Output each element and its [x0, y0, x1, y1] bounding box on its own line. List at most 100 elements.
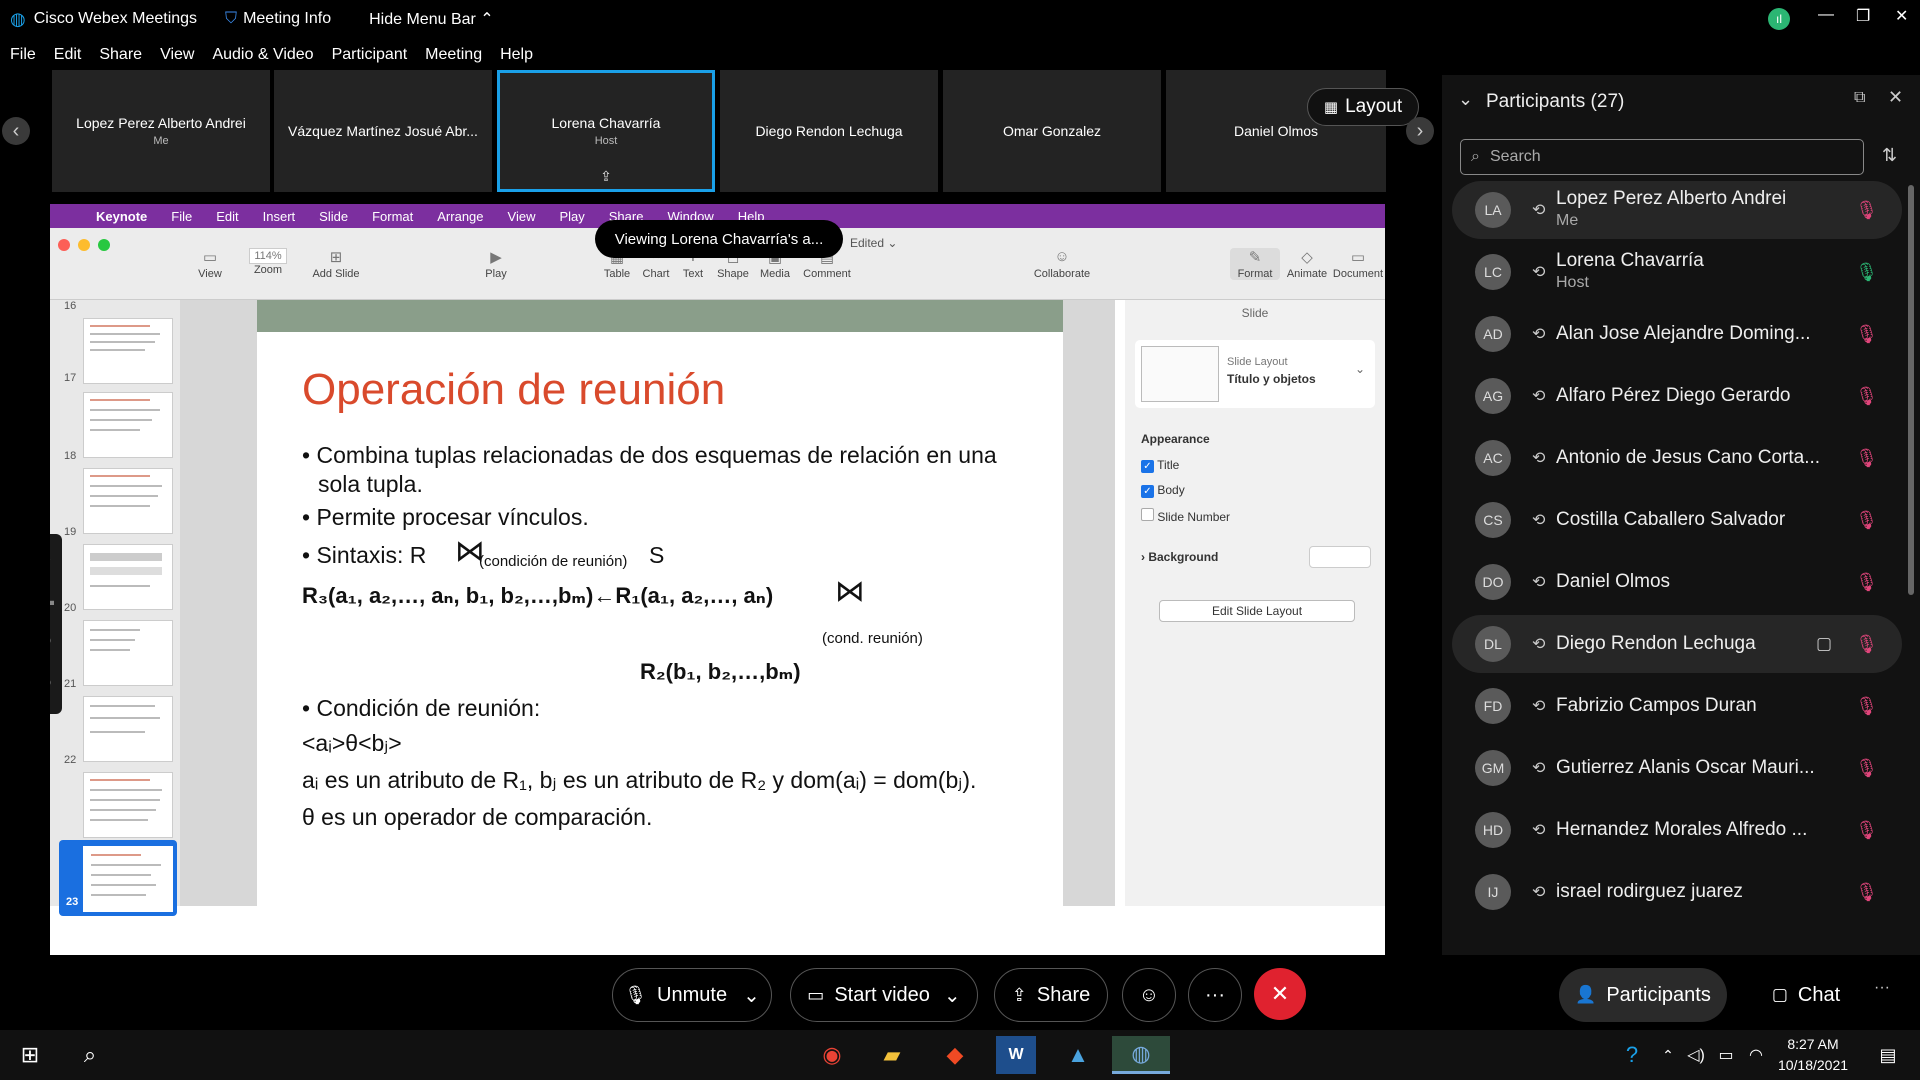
- muted-mic-icon[interactable]: 🎙: [1855, 510, 1878, 531]
- video-tile[interactable]: Lopez Perez Alberto Andrei Me: [52, 70, 270, 192]
- video-tile[interactable]: Omar Gonzalez: [943, 70, 1161, 192]
- avatar: LA: [1475, 192, 1511, 228]
- search-icon[interactable]: ⌕: [70, 1036, 110, 1074]
- shared-screen: Keynote File Edit Insert Slide Format Ar…: [50, 204, 1385, 955]
- muted-mic-icon[interactable]: 🎙: [1855, 386, 1878, 407]
- file-explorer-icon[interactable]: ▰: [872, 1036, 912, 1074]
- muted-mic-icon[interactable]: 🎙: [1855, 758, 1878, 779]
- background-row: › Background: [1141, 550, 1219, 564]
- participants-icon: 👤: [1575, 985, 1597, 1004]
- menu-meeting[interactable]: Meeting: [425, 46, 482, 64]
- bullet-2: • Permite procesar vínculos.: [302, 504, 589, 530]
- close-icon[interactable]: ✕: [1888, 87, 1903, 108]
- anydesk-icon[interactable]: ◆: [935, 1036, 975, 1074]
- minimize-icon[interactable]: —: [1818, 6, 1834, 24]
- muted-mic-icon[interactable]: 🎙: [1855, 696, 1878, 717]
- slide-number: 22: [64, 754, 77, 766]
- participants-button[interactable]: 👤 Participants: [1559, 968, 1727, 1022]
- participant-row[interactable]: IJ ⟲ israel rodirguez juarez 🎙: [1452, 863, 1902, 921]
- participant-row[interactable]: GM ⟲ Gutierrez Alanis Oscar Mauri... 🎙: [1452, 739, 1902, 797]
- restore-icon[interactable]: ❐: [1856, 6, 1870, 26]
- document-icon: ▭: [1350, 249, 1366, 266]
- participant-row[interactable]: CS ⟲ Costilla Caballero Salvador 🎙: [1452, 491, 1902, 549]
- muted-mic-icon[interactable]: 🎙: [1855, 448, 1878, 469]
- chat-bubble-icon[interactable]: ▢: [1816, 634, 1832, 654]
- zoom-in-icon[interactable]: ⊕: [50, 632, 52, 649]
- chat-button[interactable]: ▢ Chat: [1745, 968, 1867, 1022]
- zoom-out-icon[interactable]: ⊖: [50, 674, 52, 691]
- tb-view: ▭ View: [198, 249, 222, 280]
- chrome-icon[interactable]: ◉: [812, 1036, 852, 1074]
- sort-icon[interactable]: ⇅: [1882, 145, 1897, 166]
- formula-line-1: R₃(a₁, a₂,…, aₙ, b₁, b₂,…,bₘ)←R₁(a₁, a₂,…: [302, 583, 774, 608]
- unmute-button[interactable]: 🎙 Unmute ⌄: [612, 968, 772, 1022]
- more-options-button[interactable]: ···: [1188, 968, 1242, 1022]
- search-input[interactable]: ⌕ Search: [1460, 139, 1864, 175]
- network-status-icon[interactable]: ıl: [1768, 8, 1790, 30]
- participant-row[interactable]: LC ⟲ Lorena Chavarría Host 🎙: [1452, 243, 1902, 301]
- time: 8:27 AM: [1787, 1036, 1839, 1052]
- participant-row[interactable]: LA ⟲ Lopez Perez Alberto Andrei Me 🎙: [1452, 181, 1902, 239]
- menu-participant[interactable]: Participant: [332, 46, 408, 64]
- participant-row[interactable]: HD ⟲ Hernandez Morales Alfredo ... 🎙: [1452, 801, 1902, 859]
- participant-row[interactable]: AD ⟲ Alan Jose Alejandre Doming... 🎙: [1452, 305, 1902, 363]
- video-tile[interactable]: Diego Rendon Lechuga: [720, 70, 938, 192]
- webex-taskbar-icon[interactable]: ◍: [1112, 1036, 1170, 1074]
- leave-meeting-button[interactable]: ✕: [1254, 968, 1306, 1020]
- close-window-icon[interactable]: ✕: [1895, 6, 1908, 26]
- menu-insert: Insert: [262, 208, 296, 224]
- participant-name: Gutierrez Alanis Oscar Mauri...: [1556, 757, 1815, 778]
- more-panels-icon[interactable]: ···: [1874, 979, 1890, 997]
- panel-scrollbar[interactable]: [1908, 185, 1914, 595]
- reactions-button[interactable]: ☺: [1122, 968, 1176, 1022]
- chevron-down-icon[interactable]: ⌄: [944, 983, 961, 1008]
- meeting-info-button[interactable]: Meeting Info: [243, 10, 331, 28]
- pen-icon[interactable]: ✎: [50, 548, 52, 565]
- participant-row[interactable]: AC ⟲ Antonio de Jesus Cano Corta... 🎙: [1452, 429, 1902, 487]
- participant-row[interactable]: DO ⟲ Daniel Olmos 🎙: [1452, 553, 1902, 611]
- menu-file[interactable]: File: [10, 46, 36, 64]
- participant-row[interactable]: DL ⟲ Diego Rendon Lechuga ▢ 🎙: [1452, 615, 1902, 673]
- bullet-4: • Condición de reunión:: [302, 695, 541, 721]
- start-video-button[interactable]: ▭ Start video ⌄: [790, 968, 978, 1022]
- collapse-panel-icon[interactable]: ⌄: [1458, 89, 1473, 110]
- menu-bar: File Edit Share View Audio & Video Parti…: [0, 38, 1920, 72]
- windows-start-icon[interactable]: ⊞: [10, 1036, 50, 1074]
- notifications-icon[interactable]: ▤: [1868, 1036, 1908, 1074]
- viewing-banner: Viewing Lorena Chavarría's a...: [595, 220, 843, 258]
- filmstrip-prev-button[interactable]: ‹: [2, 117, 30, 145]
- menu-audio-video[interactable]: Audio & Video: [212, 46, 313, 64]
- chevron-down-icon[interactable]: ⌄: [743, 983, 760, 1008]
- zoom-value: 114%: [249, 248, 287, 264]
- muted-mic-icon[interactable]: 🎙: [1855, 324, 1878, 345]
- menu-view[interactable]: View: [160, 46, 194, 64]
- video-tile-active[interactable]: Lorena Chavarría Host ⇪: [497, 70, 715, 192]
- participant-name: israel rodirguez juarez: [1556, 881, 1743, 902]
- hide-menu-bar-button[interactable]: Hide Menu Bar ⌃: [369, 9, 494, 29]
- muted-mic-icon[interactable]: 🎙: [1855, 572, 1878, 593]
- share-button[interactable]: ⇪ Share: [994, 968, 1108, 1022]
- photos-icon[interactable]: ▲: [1058, 1036, 1098, 1074]
- slide-thumbnail: [83, 544, 173, 610]
- menu-share[interactable]: Share: [99, 46, 142, 64]
- popout-icon[interactable]: ⧉: [1854, 89, 1865, 107]
- participant-name: Fabrizio Campos Duran: [1556, 695, 1757, 716]
- filmstrip-next-button[interactable]: ›: [1406, 117, 1434, 145]
- slide-number: 21: [64, 678, 77, 690]
- muted-mic-icon[interactable]: 🎙: [1855, 200, 1878, 221]
- menu-edit[interactable]: Edit: [54, 46, 82, 64]
- muted-mic-icon[interactable]: 🎙: [1855, 882, 1878, 903]
- participant-row[interactable]: FD ⟲ Fabrizio Campos Duran 🎙: [1452, 677, 1902, 735]
- participants-panel: ⌄ Participants (27) ⧉ ✕ ⌕ Search ⇅ LA ⟲ Lo…: [1442, 75, 1920, 955]
- word-icon[interactable]: W: [996, 1036, 1036, 1074]
- help-icon[interactable]: ?: [1612, 1036, 1652, 1074]
- menu-help[interactable]: Help: [500, 46, 533, 64]
- layout-button[interactable]: ▦ Layout: [1307, 88, 1419, 126]
- participant-row[interactable]: AG ⟲ Alfaro Pérez Diego Gerardo 🎙: [1452, 367, 1902, 425]
- clock[interactable]: 8:27 AM 10/18/2021: [1768, 1034, 1858, 1076]
- video-tile[interactable]: Vázquez Martínez Josué Abr...: [274, 70, 492, 192]
- slide-canvas: Operación de reunión • Combina tuplas re…: [180, 300, 1115, 906]
- muted-mic-icon[interactable]: 🎙: [1855, 634, 1878, 655]
- muted-mic-icon[interactable]: 🎙: [1855, 820, 1878, 841]
- eraser-icon[interactable]: ▬: [50, 592, 54, 608]
